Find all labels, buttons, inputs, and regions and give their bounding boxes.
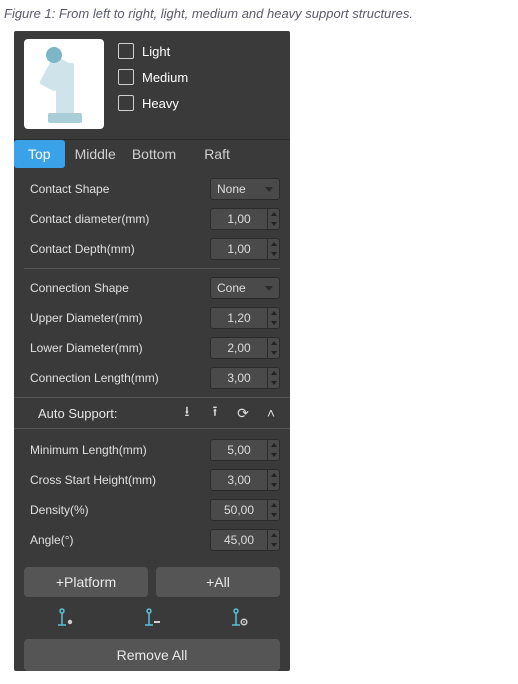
connection-length-value: 3,00 <box>211 371 267 385</box>
auto-support-params: Minimum Length(mm) 5,00 Cross Start Heig… <box>14 429 290 559</box>
density-value: 50,00 <box>211 503 267 517</box>
step-down-icon[interactable] <box>268 510 279 520</box>
section-tabs: Top Middle Bottom Raft <box>14 139 290 168</box>
step-down-icon[interactable] <box>268 480 279 490</box>
collapse-icon[interactable]: ˄ <box>262 404 280 422</box>
min-length-value: 5,00 <box>211 443 267 457</box>
step-down-icon[interactable] <box>268 378 279 388</box>
upper-diameter-input[interactable]: 1,20 <box>210 307 280 329</box>
top-section: Light Medium Heavy <box>14 31 290 139</box>
upper-diameter-label: Upper Diameter(mm) <box>24 311 210 325</box>
step-up-icon[interactable] <box>268 308 279 318</box>
density-label: Density(%) <box>24 503 210 517</box>
support-tool-row <box>14 603 290 639</box>
density-input[interactable]: 50,00 <box>210 499 280 521</box>
step-up-icon[interactable] <box>268 239 279 249</box>
connection-shape-value: Cone <box>217 281 246 295</box>
add-single-support-button[interactable] <box>24 605 105 631</box>
checkbox-icon <box>118 43 134 59</box>
contact-diameter-value: 1,00 <box>211 212 267 226</box>
contact-diameter-input[interactable]: 1,00 <box>210 208 280 230</box>
add-platform-button[interactable]: +Platform <box>24 567 148 597</box>
lower-diameter-input[interactable]: 2,00 <box>210 337 280 359</box>
chevron-down-icon <box>265 187 273 192</box>
contact-depth-label: Contact Depth(mm) <box>24 242 210 256</box>
lower-diameter-value: 2,00 <box>211 341 267 355</box>
chevron-down-icon <box>265 286 273 291</box>
min-length-label: Minimum Length(mm) <box>24 443 210 457</box>
contact-shape-value: None <box>217 182 246 196</box>
step-up-icon[interactable] <box>268 209 279 219</box>
tab-top[interactable]: Top <box>14 140 65 168</box>
step-up-icon[interactable] <box>268 470 279 480</box>
contact-diameter-label: Contact diameter(mm) <box>24 212 210 226</box>
contact-group: Contact Shape None Contact diameter(mm) … <box>14 168 290 397</box>
step-up-icon[interactable] <box>268 530 279 540</box>
connection-length-input[interactable]: 3,00 <box>210 367 280 389</box>
cross-start-height-input[interactable]: 3,00 <box>210 469 280 491</box>
step-down-icon[interactable] <box>268 219 279 229</box>
support-level-options: Light Medium Heavy <box>118 39 188 111</box>
auto-support-header: Auto Support: ⭳ ⭱ ⟳ ˄ <box>14 397 290 429</box>
refresh-icon[interactable]: ⟳ <box>234 404 252 422</box>
divider <box>24 268 280 269</box>
step-up-icon[interactable] <box>268 338 279 348</box>
heavy-option[interactable]: Heavy <box>118 95 188 111</box>
connection-shape-dropdown[interactable]: Cone <box>210 277 280 299</box>
add-buttons-row: +Platform +All <box>14 559 290 603</box>
figure-caption: Figure 1: From left to right, light, med… <box>0 0 518 31</box>
step-down-icon[interactable] <box>268 249 279 259</box>
tab-bottom[interactable]: Bottom <box>126 140 186 168</box>
remove-single-support-button[interactable] <box>111 605 192 631</box>
medium-option[interactable]: Medium <box>118 69 188 85</box>
light-label: Light <box>142 44 170 59</box>
angle-input[interactable]: 45,00 <box>210 529 280 551</box>
contact-depth-input[interactable]: 1,00 <box>210 238 280 260</box>
tab-middle[interactable]: Middle <box>65 140 126 168</box>
min-length-input[interactable]: 5,00 <box>210 439 280 461</box>
cross-start-height-label: Cross Start Height(mm) <box>24 473 210 487</box>
step-up-icon[interactable] <box>268 368 279 378</box>
contact-shape-label: Contact Shape <box>24 182 210 196</box>
step-down-icon[interactable] <box>268 450 279 460</box>
step-down-icon[interactable] <box>268 348 279 358</box>
auto-support-title: Auto Support: <box>34 406 168 421</box>
tab-raft[interactable]: Raft <box>186 140 244 168</box>
medium-label: Medium <box>142 70 188 85</box>
connection-shape-label: Connection Shape <box>24 281 210 295</box>
upper-diameter-value: 1,20 <box>211 311 267 325</box>
cross-start-height-value: 3,00 <box>211 473 267 487</box>
add-all-button[interactable]: +All <box>156 567 280 597</box>
export-icon[interactable]: ⭱ <box>206 404 224 422</box>
step-down-icon[interactable] <box>268 540 279 550</box>
connection-length-label: Connection Length(mm) <box>24 371 210 385</box>
checkbox-icon <box>118 69 134 85</box>
step-down-icon[interactable] <box>268 318 279 328</box>
contact-depth-value: 1,00 <box>211 242 267 256</box>
support-settings-panel: Light Medium Heavy Top Middle Bottom Raf… <box>14 31 290 671</box>
checkbox-icon <box>118 95 134 111</box>
edit-support-button[interactable] <box>199 605 280 631</box>
step-up-icon[interactable] <box>268 440 279 450</box>
angle-value: 45,00 <box>211 533 267 547</box>
lower-diameter-label: Lower Diameter(mm) <box>24 341 210 355</box>
contact-shape-dropdown[interactable]: None <box>210 178 280 200</box>
angle-label: Angle(°) <box>24 533 210 547</box>
light-option[interactable]: Light <box>118 43 188 59</box>
heavy-label: Heavy <box>142 96 179 111</box>
import-icon[interactable]: ⭳ <box>178 404 196 422</box>
support-preview-thumbnail <box>24 39 104 129</box>
remove-all-button[interactable]: Remove All <box>24 639 280 671</box>
step-up-icon[interactable] <box>268 500 279 510</box>
